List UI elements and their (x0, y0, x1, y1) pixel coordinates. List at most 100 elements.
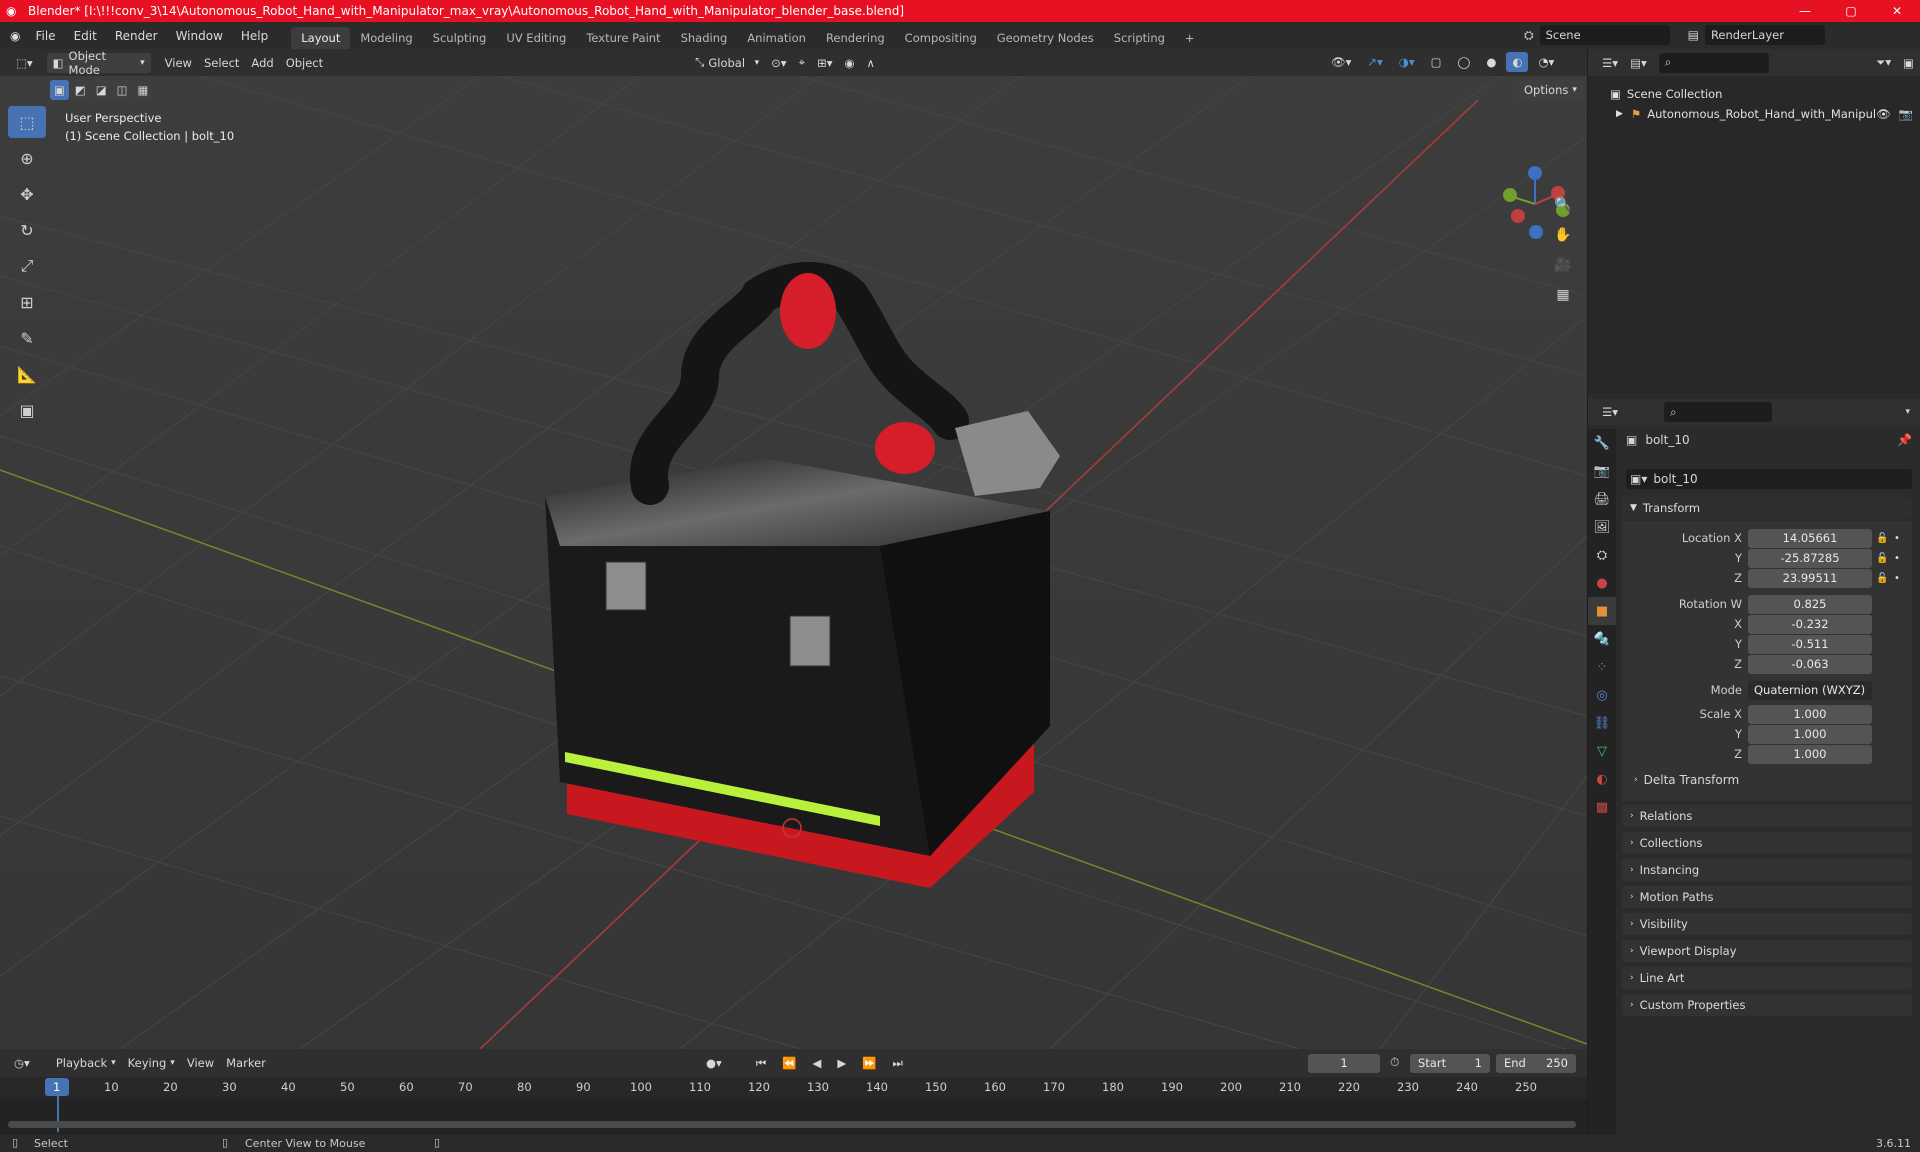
rendered-shading-icon[interactable]: ◔▾ (1532, 52, 1560, 72)
eye-icon[interactable]: 👁 (1876, 107, 1891, 121)
close-button[interactable]: ✕ (1874, 0, 1920, 22)
menu-edit[interactable]: Edit (65, 29, 106, 43)
panel-instancing[interactable]: › Instancing (1622, 859, 1912, 881)
select-subtract-icon[interactable]: ◪ (91, 80, 111, 100)
select-new-icon[interactable]: ▣ (50, 80, 69, 100)
tool-tab-icon[interactable]: 🔧 (1588, 429, 1616, 457)
material-tab-icon[interactable]: ◐ (1588, 765, 1616, 793)
gizmo-toggle-icon[interactable]: ↗▾ (1361, 52, 1388, 72)
editor-type-icon[interactable]: ⬚▾ (10, 53, 39, 73)
timeline-scrollbar[interactable] (8, 1121, 1576, 1128)
next-keyframe-icon[interactable]: ⏩ (856, 1053, 882, 1073)
tab-uv-editing[interactable]: UV Editing (496, 27, 576, 49)
overlay-toggle-icon[interactable]: ◑▾ (1393, 52, 1421, 72)
visibility-icon[interactable]: 👁▾ (1325, 52, 1357, 72)
renderlayer-icon[interactable]: ▤ (1688, 28, 1699, 42)
add-cube-tool-icon[interactable]: ▣ (8, 394, 46, 426)
rotation-z-field[interactable]: -0.063 (1748, 655, 1872, 674)
data-tab-icon[interactable]: ▽ (1588, 737, 1616, 765)
panel-relations[interactable]: › Relations (1622, 805, 1912, 827)
panel-viewport-display[interactable]: › Viewport Display (1622, 940, 1912, 962)
maximize-button[interactable]: ▢ (1828, 0, 1874, 22)
outliner-editor-type-icon[interactable]: ☰▾ (1596, 53, 1624, 73)
outliner-scene-collection[interactable]: ▣ Scene Collection (1588, 84, 1920, 104)
blender-menu-icon[interactable]: ◉ (0, 29, 26, 43)
tab-sculpting[interactable]: Sculpting (423, 27, 497, 49)
menu-keying[interactable]: Keying ▾ (122, 1053, 181, 1073)
snap-target-icon[interactable]: ⊞▾ (811, 53, 838, 73)
object-name-field[interactable]: ▣▾ bolt_10 (1626, 469, 1912, 489)
location-y-field[interactable]: -25.87285 (1748, 549, 1872, 568)
location-x-field[interactable]: 14.05661 (1748, 529, 1872, 548)
falloff-icon[interactable]: ∧ (861, 53, 881, 73)
end-frame-field[interactable]: End 250 (1496, 1054, 1576, 1073)
options-button[interactable]: Options ▾ (1518, 80, 1583, 100)
perspective-grid-icon[interactable]: ▦ (1550, 282, 1576, 308)
rotation-w-field[interactable]: 0.825 (1748, 595, 1872, 614)
menu-timeline-view[interactable]: View (181, 1053, 220, 1073)
rotation-y-field[interactable]: -0.511 (1748, 635, 1872, 654)
orientation-selector[interactable]: ⤡ Global ▾ (689, 53, 765, 73)
scene-icon[interactable]: ⛭ (1524, 28, 1534, 43)
menu-view[interactable]: View (159, 53, 198, 73)
panel-visibility[interactable]: › Visibility (1622, 913, 1912, 935)
pivot-icon[interactable]: ⊙▾ (765, 53, 792, 73)
tab-shading[interactable]: Shading (671, 27, 738, 49)
rotation-x-field[interactable]: -0.232 (1748, 615, 1872, 634)
scale-y-field[interactable]: 1.000 (1748, 725, 1872, 744)
panel-line-art[interactable]: › Line Art (1622, 967, 1912, 989)
menu-marker[interactable]: Marker (220, 1053, 272, 1073)
scale-x-field[interactable]: 1.000 (1748, 705, 1872, 724)
select-box-tool-icon[interactable]: ⬚ (8, 106, 46, 138)
panel-collections[interactable]: › Collections (1622, 832, 1912, 854)
tab-texture-paint[interactable]: Texture Paint (576, 27, 670, 49)
object-tab-icon[interactable]: ■ (1588, 597, 1616, 625)
jump-start-icon[interactable]: ⏮ (750, 1053, 772, 1073)
filter-icon[interactable]: ⏷▾ (1870, 53, 1897, 73)
play-reverse-icon[interactable]: ◀ (807, 1053, 828, 1073)
keyframe-dot-icons[interactable]: • • • (1894, 529, 1900, 589)
outliner-item[interactable]: ▶ ⚑ Autonomous_Robot_Hand_with_Manipul 👁… (1588, 104, 1920, 124)
timeline[interactable]: 1 10 20 30 40 50 60 70 80 90 100 110 120… (0, 1077, 1587, 1135)
panel-custom-properties[interactable]: › Custom Properties (1622, 994, 1912, 1016)
measure-tool-icon[interactable]: 📐 (8, 358, 46, 390)
menu-file[interactable]: File (26, 29, 64, 43)
rotate-tool-icon[interactable]: ↻ (8, 214, 46, 246)
add-workspace-button[interactable]: + (1175, 27, 1205, 49)
render-tab-icon[interactable]: 📷 (1588, 457, 1616, 485)
mode-selector[interactable]: ◧ Object Mode ▾ (46, 49, 151, 77)
wireframe-shading-icon[interactable]: ◯ (1451, 52, 1476, 72)
proportional-icon[interactable]: ◉ (838, 53, 860, 73)
menu-select[interactable]: Select (198, 53, 245, 73)
render-camera-icon[interactable]: 📷 (1899, 107, 1913, 121)
world-tab-icon[interactable]: ● (1588, 569, 1616, 597)
material-shading-icon[interactable]: ◐ (1506, 52, 1529, 72)
output-tab-icon[interactable]: 🖨 (1588, 485, 1616, 513)
texture-tab-icon[interactable]: ▩ (1588, 793, 1616, 821)
properties-search-input[interactable]: ⌕ (1664, 402, 1773, 422)
tab-scripting[interactable]: Scripting (1104, 27, 1175, 49)
tab-layout[interactable]: Layout (291, 27, 351, 49)
expand-arrow-icon[interactable]: ▶ (1616, 109, 1623, 119)
renderlayer-selector[interactable]: RenderLayer (1704, 25, 1825, 45)
select-invert-icon[interactable]: ◫ (112, 80, 132, 100)
snap-icon[interactable]: ⌖ (793, 53, 811, 73)
menu-playback[interactable]: Playback ▾ (50, 1053, 122, 1073)
lock-icons[interactable]: 🔓 🔓 🔓 (1876, 529, 1888, 589)
tab-modeling[interactable]: Modeling (350, 27, 422, 49)
prev-keyframe-icon[interactable]: ⏪ (776, 1053, 802, 1073)
zoom-icon[interactable]: 🔍 (1550, 192, 1576, 218)
scale-z-field[interactable]: 1.000 (1748, 745, 1872, 764)
select-intersect-icon[interactable]: ▦ (133, 80, 153, 100)
stopwatch-icon[interactable]: ⏱ (1390, 1055, 1399, 1070)
xray-icon[interactable]: ▢ (1425, 52, 1448, 72)
delta-transform-row[interactable]: › Delta Transform (1634, 773, 1739, 787)
scene-tab-icon[interactable]: ⛭ (1588, 541, 1616, 569)
current-frame-field[interactable]: 1 (1308, 1054, 1380, 1073)
view-layer-tab-icon[interactable]: 🖼 (1588, 513, 1616, 541)
menu-add[interactable]: Add (245, 53, 279, 73)
camera-icon[interactable]: 🎥 (1550, 252, 1576, 278)
physics-tab-icon[interactable]: ◎ (1588, 681, 1616, 709)
record-icon[interactable]: ●▾ (700, 1053, 728, 1073)
cursor-tool-icon[interactable]: ⊕ (8, 142, 46, 174)
